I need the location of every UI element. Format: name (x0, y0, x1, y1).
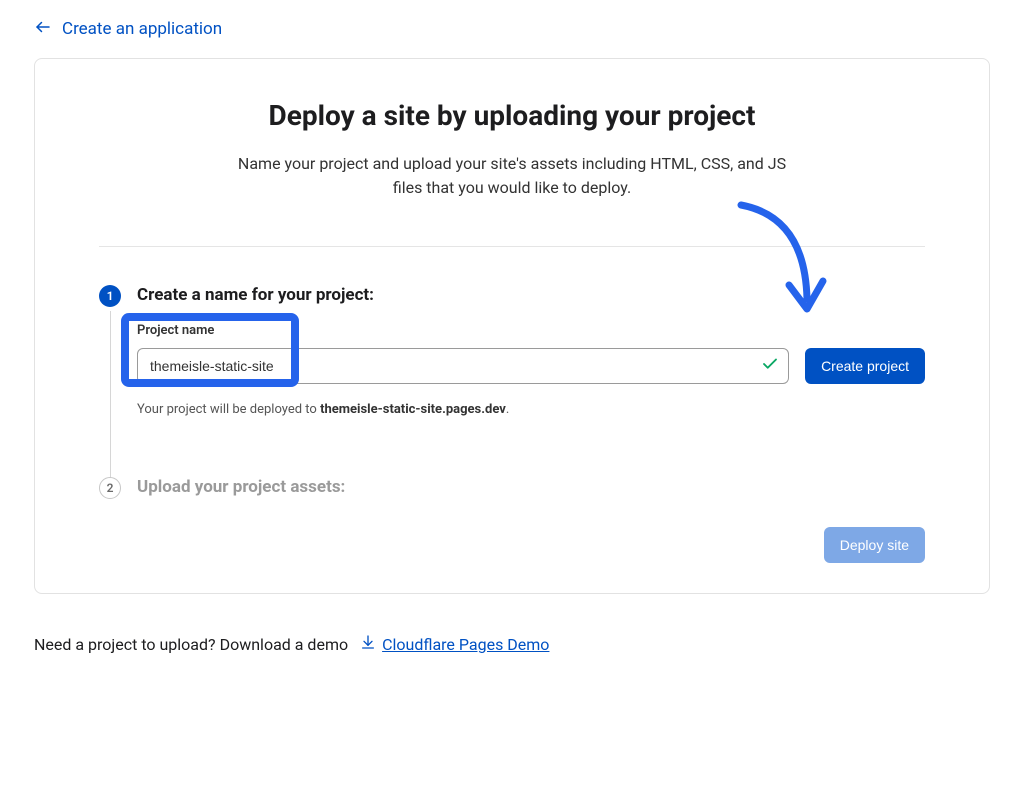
footer-prompt: Need a project to upload? Download a dem… (34, 635, 348, 654)
arrow-left-icon[interactable] (34, 18, 52, 40)
project-name-field: Project name Create project Your project… (137, 323, 925, 417)
step-2-title: Upload your project assets: (137, 477, 925, 497)
create-project-button[interactable]: Create project (805, 348, 925, 384)
deploy-hint: Your project will be deployed to themeis… (137, 402, 925, 417)
demo-link[interactable]: Cloudflare Pages Demo (360, 634, 549, 654)
download-icon (360, 634, 376, 654)
step-connector (110, 311, 111, 487)
divider (99, 246, 925, 247)
steps-container: 1 Create a name for your project: Projec… (99, 246, 925, 497)
page-title: Deploy a site by uploading your project (35, 99, 989, 132)
card-footer: Deploy site (35, 507, 989, 573)
breadcrumb-link[interactable]: Create an application (62, 19, 222, 39)
page-subtitle: Name your project and upload your site's… (232, 152, 792, 200)
step-badge-2: 2 (99, 477, 121, 499)
main-card: Deploy a site by uploading your project … (34, 58, 990, 594)
step-1: 1 Create a name for your project: Projec… (99, 285, 925, 417)
step-1-title: Create a name for your project: (137, 285, 925, 305)
footer: Need a project to upload? Download a dem… (34, 634, 990, 654)
breadcrumb: Create an application (0, 12, 1024, 58)
project-name-label: Project name (137, 323, 925, 338)
check-icon (761, 355, 779, 377)
project-name-input[interactable] (137, 348, 789, 384)
deploy-site-button[interactable]: Deploy site (824, 527, 925, 563)
step-2: 2 Upload your project assets: (99, 477, 925, 497)
step-badge-1: 1 (99, 285, 121, 307)
